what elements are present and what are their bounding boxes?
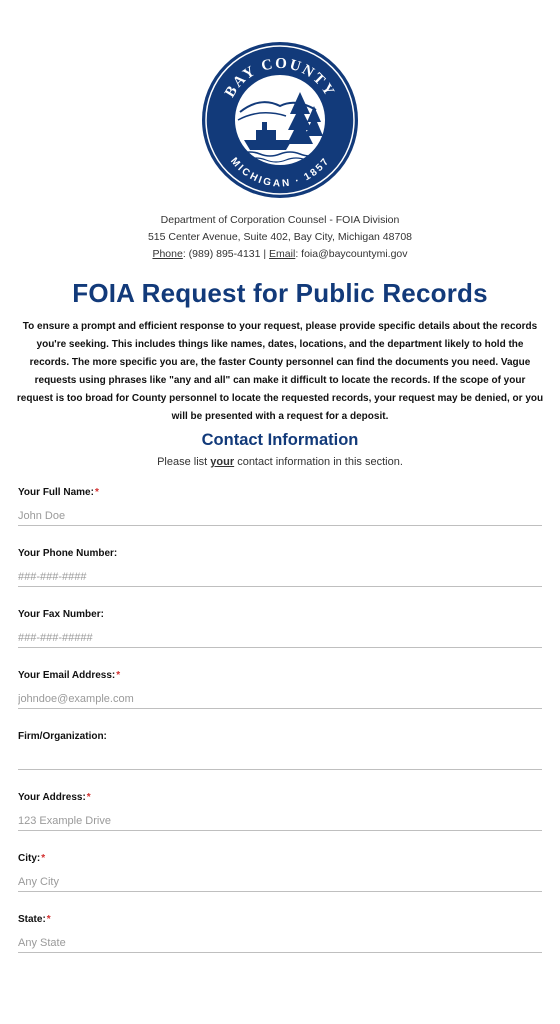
bay-county-seal-logo: BAY COUNTY MICHIGAN · 1857	[202, 42, 358, 198]
firm-field: Firm/Organization:	[18, 731, 542, 770]
address-field: Your Address:*	[18, 792, 542, 831]
section-subtitle-emphasis: your	[210, 456, 235, 468]
phone-value: : (989) 895-4131 |	[182, 248, 270, 260]
required-marker: *	[46, 914, 51, 925]
section-subtitle-before: Please list	[157, 456, 211, 468]
city-field: City:*	[18, 853, 542, 892]
full-name-label: Your Full Name:*	[18, 487, 99, 498]
department-address: 515 Center Avenue, Suite 402, Bay City, …	[147, 231, 413, 243]
intro-paragraph: To ensure a prompt and efficient respons…	[16, 321, 544, 422]
section-subtitle: Please list your contact information in …	[0, 456, 560, 468]
foia-form-page: BAY COUNTY MICHIGAN · 1857 Department of…	[0, 0, 560, 1024]
phone-label: Phone	[152, 248, 183, 260]
firm-label: Firm/Organization:	[18, 731, 107, 742]
address-input[interactable]	[18, 811, 542, 831]
section-title-contact: Contact Information	[201, 431, 359, 449]
state-label: State:*	[18, 914, 51, 925]
fax-number-label: Your Fax Number:	[18, 609, 104, 620]
phone-number-label: Your Phone Number:	[18, 548, 118, 559]
full-name-field: Your Full Name:*	[18, 487, 542, 526]
phone-number-input[interactable]	[18, 567, 542, 587]
state-input[interactable]	[18, 933, 542, 953]
firm-input[interactable]	[18, 750, 542, 770]
fax-number-input[interactable]	[18, 628, 542, 648]
department-name: Department of Corporation Counsel - FOIA…	[160, 214, 400, 226]
section-subtitle-after: contact information in this section.	[234, 456, 403, 468]
page-title: FOIA Request for Public Records	[72, 278, 488, 308]
department-contact: Phone: (989) 895-4131 | Email: foia@bayc…	[0, 246, 560, 263]
address-label: Your Address:*	[18, 792, 91, 803]
required-marker: *	[94, 487, 99, 498]
seal-container: BAY COUNTY MICHIGAN · 1857	[0, 40, 560, 200]
email-value: : foia@baycountymi.gov	[295, 248, 408, 260]
email-input[interactable]	[18, 689, 542, 709]
required-marker: *	[86, 792, 91, 803]
required-marker: *	[41, 853, 46, 864]
city-input[interactable]	[18, 872, 542, 892]
city-label: City:*	[18, 853, 46, 864]
email-label: Your Email Address:*	[18, 670, 121, 681]
state-field: State:*	[18, 914, 542, 953]
email-field: Your Email Address:*	[18, 670, 542, 709]
required-marker: *	[116, 670, 121, 681]
full-name-input[interactable]	[18, 506, 542, 526]
department-info: Department of Corporation Counsel - FOIA…	[0, 212, 560, 263]
fax-field: Your Fax Number:	[18, 609, 542, 648]
phone-field: Your Phone Number:	[18, 548, 542, 587]
email-label: Email	[269, 248, 296, 260]
